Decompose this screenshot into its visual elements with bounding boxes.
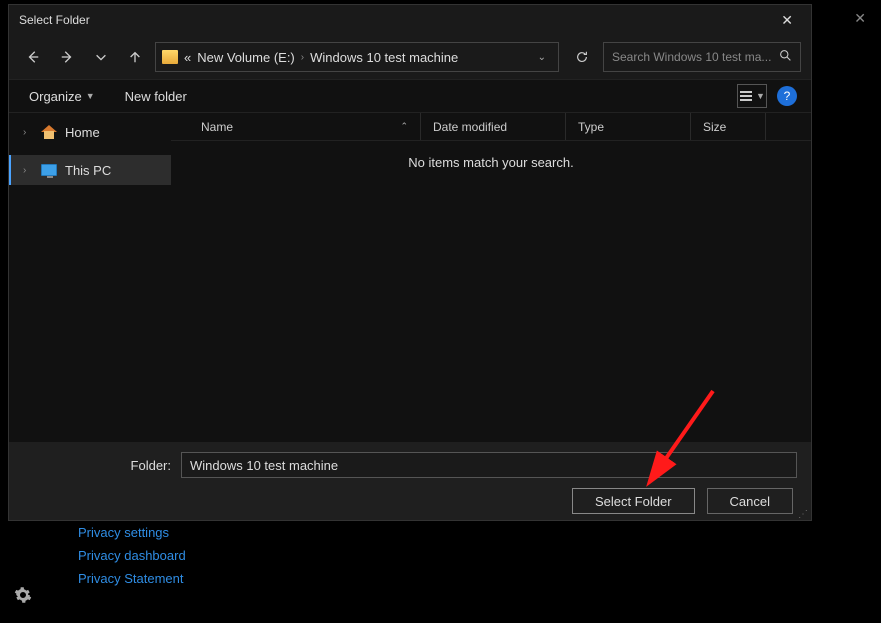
- search-icon[interactable]: [779, 49, 792, 65]
- chevron-down-icon: [94, 50, 108, 64]
- settings-button[interactable]: [14, 586, 32, 609]
- close-icon[interactable]: ✕: [773, 8, 801, 33]
- list-view-icon: [739, 90, 753, 102]
- privacy-dashboard-link[interactable]: Privacy dashboard: [78, 548, 186, 563]
- breadcrumb-part-2[interactable]: Windows 10 test machine: [310, 50, 458, 65]
- dialog-footer: Folder: Select Folder Cancel ⋰: [9, 442, 811, 520]
- breadcrumb-part-1[interactable]: New Volume (E:): [197, 50, 295, 65]
- dialog-title: Select Folder: [19, 13, 773, 27]
- help-button[interactable]: ?: [777, 86, 797, 106]
- column-label: Size: [703, 120, 726, 134]
- titlebar: Select Folder ✕: [9, 5, 811, 35]
- select-folder-dialog: Select Folder ✕ « New Volume (E:) › Wind…: [8, 4, 812, 521]
- cancel-button[interactable]: Cancel: [707, 488, 793, 514]
- navbar: « New Volume (E:) › Windows 10 test mach…: [9, 35, 811, 79]
- pc-icon: [41, 164, 57, 176]
- resize-grip-icon[interactable]: ⋰: [798, 512, 809, 518]
- expand-icon[interactable]: ›: [23, 127, 33, 138]
- caret-down-icon: ▼: [86, 91, 95, 101]
- breadcrumb-prefix: «: [184, 50, 191, 65]
- sidebar-item-label: This PC: [65, 163, 111, 178]
- column-label: Type: [578, 120, 604, 134]
- bg-close-icon[interactable]: ✕: [854, 10, 866, 27]
- breadcrumb[interactable]: « New Volume (E:) › Windows 10 test mach…: [155, 42, 559, 72]
- privacy-settings-link[interactable]: Privacy settings: [78, 525, 186, 540]
- arrow-up-icon: [128, 50, 142, 64]
- sidebar: › Home › This PC: [9, 113, 171, 442]
- new-folder-label: New folder: [125, 89, 187, 104]
- privacy-statement-link[interactable]: Privacy Statement: [78, 571, 186, 586]
- column-label: Name: [201, 120, 233, 134]
- column-headers: Name ⌃ Date modified Type Size: [171, 113, 811, 141]
- home-icon: [41, 125, 57, 139]
- search-input[interactable]: [612, 50, 779, 64]
- new-folder-button[interactable]: New folder: [119, 85, 193, 108]
- expand-icon[interactable]: ›: [23, 165, 33, 176]
- refresh-icon: [575, 50, 589, 64]
- caret-down-icon: ▼: [756, 91, 765, 101]
- forward-button[interactable]: [53, 43, 81, 71]
- arrow-left-icon: [26, 50, 40, 64]
- organize-button[interactable]: Organize ▼: [23, 85, 101, 108]
- body-area: › Home › This PC Name ⌃ Date modified Ty…: [9, 113, 811, 442]
- up-button[interactable]: [121, 43, 149, 71]
- organize-label: Organize: [29, 89, 82, 104]
- column-date[interactable]: Date modified: [421, 113, 566, 140]
- breadcrumb-dropdown[interactable]: ⌄: [532, 52, 552, 63]
- column-name[interactable]: Name ⌃: [171, 113, 421, 140]
- column-size[interactable]: Size: [691, 113, 766, 140]
- toolbar: Organize ▼ New folder ▼ ?: [9, 79, 811, 113]
- arrow-right-icon: [60, 50, 74, 64]
- file-list-pane: Name ⌃ Date modified Type Size No items …: [171, 113, 811, 442]
- privacy-links: Privacy settings Privacy dashboard Priva…: [78, 525, 186, 586]
- sort-caret-icon: ⌃: [400, 121, 408, 132]
- folder-label: Folder:: [23, 458, 171, 473]
- search-box[interactable]: [603, 42, 801, 72]
- view-options-button[interactable]: ▼: [737, 84, 767, 108]
- select-folder-button[interactable]: Select Folder: [572, 488, 695, 514]
- folder-name-input[interactable]: [181, 452, 797, 478]
- empty-message: No items match your search.: [171, 141, 811, 170]
- sidebar-item-this-pc[interactable]: › This PC: [9, 155, 171, 185]
- column-label: Date modified: [433, 120, 507, 134]
- sidebar-item-label: Home: [65, 125, 100, 140]
- column-type[interactable]: Type: [566, 113, 691, 140]
- folder-icon: [162, 50, 178, 64]
- back-button[interactable]: [19, 43, 47, 71]
- refresh-button[interactable]: [567, 42, 597, 72]
- gear-icon: [14, 586, 32, 604]
- chevron-right-icon: ›: [301, 52, 304, 63]
- recent-dropdown[interactable]: [87, 43, 115, 71]
- sidebar-item-home[interactable]: › Home: [9, 117, 171, 147]
